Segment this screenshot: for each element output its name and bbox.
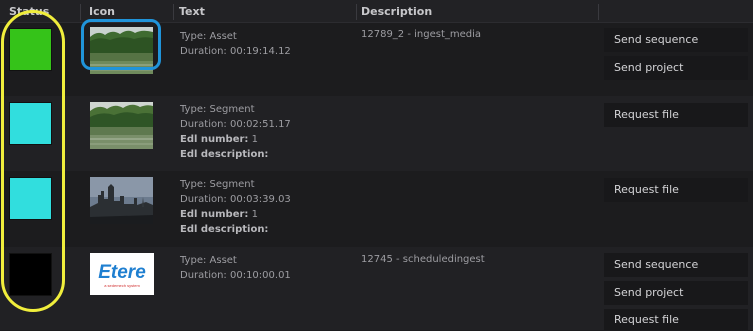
column-header-text[interactable]: Text	[177, 0, 347, 22]
item-type: Type: Segment	[180, 179, 255, 190]
etere-logo-text: Etere	[98, 262, 146, 283]
etere-logo-tagline: a sedemech system	[104, 283, 140, 288]
item-text: Type: Asset Duration: 00:19:14.12	[180, 29, 291, 59]
item-text: Type: Segment Duration: 00:02:51.17 Edl …	[180, 102, 291, 162]
item-duration: Duration: 00:02:51.17	[180, 119, 291, 130]
thumbnail-highlight-outline	[81, 19, 161, 70]
lake-landscape-thumbnail[interactable]	[90, 102, 153, 149]
edl-number-value: 1	[248, 134, 258, 145]
table-row[interactable]: Etere a sedemech system Type: Asset Dura…	[0, 247, 753, 330]
item-text: Type: Segment Duration: 00:03:39.03 Edl …	[180, 177, 291, 237]
item-type: Type: Asset	[180, 31, 237, 42]
column-divider[interactable]	[598, 4, 599, 20]
column-header-description[interactable]: Description	[359, 0, 589, 22]
table-row[interactable]: Type: Segment Duration: 00:03:39.03 Edl …	[0, 171, 753, 246]
item-duration: Duration: 00:03:39.03	[180, 194, 291, 205]
edl-description-label: Edl description:	[180, 224, 269, 235]
dusk-castle-thumbnail[interactable]	[90, 177, 153, 224]
send-project-button[interactable]: Send project	[604, 281, 748, 305]
request-file-button[interactable]: Request file	[604, 103, 748, 127]
item-description: 12789_2 - ingest_media	[361, 29, 482, 40]
request-file-button[interactable]: Request file	[604, 178, 748, 202]
item-duration: Duration: 00:10:00.01	[180, 270, 291, 281]
item-text: Type: Asset Duration: 00:10:00.01	[180, 253, 291, 283]
item-type: Type: Segment	[180, 104, 255, 115]
item-type: Type: Asset	[180, 255, 237, 266]
item-duration: Duration: 00:19:14.12	[180, 46, 291, 57]
table-row[interactable]: Type: Segment Duration: 00:02:51.17 Edl …	[0, 96, 753, 171]
edl-number-value: 1	[248, 209, 258, 220]
edl-number-label: Edl number:	[180, 209, 249, 220]
etere-logo-thumbnail[interactable]: Etere a sedemech system	[90, 253, 154, 295]
column-divider[interactable]	[356, 4, 357, 20]
column-divider[interactable]	[80, 4, 81, 20]
request-file-button[interactable]: Request file	[604, 309, 748, 330]
item-description: 12745 - scheduledingest	[361, 254, 485, 265]
status-column-highlight-outline	[1, 10, 65, 312]
edl-description-label: Edl description:	[180, 149, 269, 160]
edl-number-label: Edl number:	[180, 134, 249, 145]
send-sequence-button[interactable]: Send sequence	[604, 28, 748, 52]
edl-number: Edl number: 1	[180, 207, 291, 222]
send-sequence-button[interactable]: Send sequence	[604, 253, 748, 277]
column-divider[interactable]	[173, 4, 174, 20]
send-project-button[interactable]: Send project	[604, 56, 748, 80]
edl-number: Edl number: 1	[180, 132, 291, 147]
